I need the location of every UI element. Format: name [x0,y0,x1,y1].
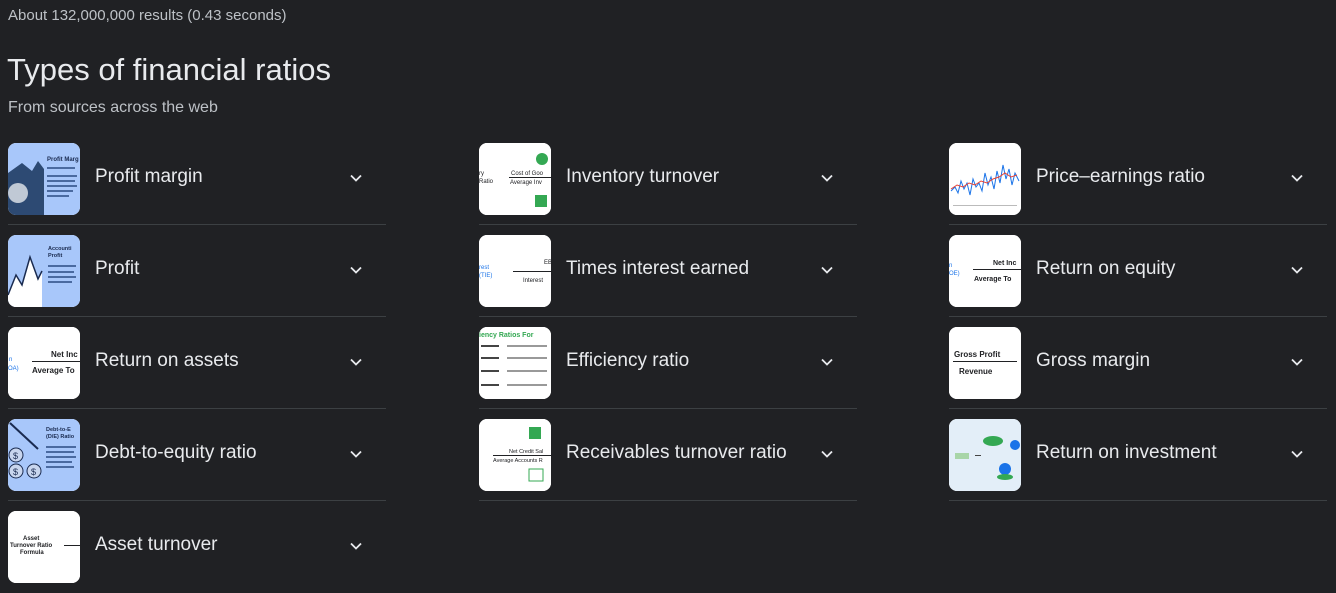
ratio-item-times-interest-earned[interactable]: rest (TIE) EB Interest Times interest ea… [479,226,857,317]
chevron-down-icon[interactable] [819,170,835,186]
ratio-label: Price–earnings ratio [1036,166,1205,187]
svg-text:OA): OA) [8,366,19,372]
ratio-item-profit[interactable]: Accounti Profit Profit [8,226,386,317]
ratio-item-return-on-assets[interactable]: n OA) Net Inc Average To Return on asset… [8,318,386,409]
svg-text:Net Inc: Net Inc [993,260,1016,267]
chevron-down-icon[interactable] [348,446,364,462]
ratio-label: Efficiency ratio [566,350,690,371]
svg-text:n: n [949,263,952,269]
svg-text:Formula: Formula [20,550,44,556]
chevron-down-icon[interactable] [348,538,364,554]
svg-text:ry: ry [479,171,484,177]
return-on-assets-thumb: n OA) Net Inc Average To [8,327,80,399]
chevron-down-icon[interactable] [819,446,835,462]
ratio-item-return-on-equity[interactable]: n OE) Net Inc Average To Return on equit… [949,226,1327,317]
section-title: Types of financial ratios [7,52,331,87]
chevron-down-icon[interactable] [1289,354,1305,370]
ratio-label: Inventory turnover [566,166,720,187]
profit-margin-thumb: Profit Marg [8,143,80,215]
chevron-down-icon[interactable] [1289,262,1305,278]
svg-text:Net Credit Sal: Net Credit Sal [509,449,543,455]
svg-text:(TIE): (TIE) [479,273,492,279]
profit-thumb: Accounti Profit [8,235,80,307]
ratio-label: Return on assets [95,350,239,371]
svg-text:Asset: Asset [23,536,39,542]
chevron-down-icon[interactable] [348,262,364,278]
ratio-item-debt-to-equity[interactable]: $ $ $ Debt-to-E (D/E) Ratio Debt-to-equi… [8,410,386,501]
svg-text:$: $ [13,467,18,477]
svg-text:n: n [9,357,12,363]
svg-text:Gross Profit: Gross Profit [954,350,1001,359]
svg-text:Debt-to-E: Debt-to-E [46,427,71,433]
ratio-label: Return on equity [1036,258,1176,279]
ratio-label: Debt-to-equity ratio [95,442,257,463]
svg-text:Average Inv: Average Inv [510,180,542,186]
svg-text:$: $ [13,451,18,461]
chevron-down-icon[interactable] [819,354,835,370]
svg-text:Average To: Average To [974,276,1011,283]
ratio-label: Times interest earned [566,258,750,279]
svg-text:Profit Marg: Profit Marg [47,157,79,163]
chevron-down-icon[interactable] [348,354,364,370]
svg-text:Interest: Interest [523,278,543,284]
ratio-label: Profit [95,258,140,279]
inventory-turnover-thumb: ry Ratio Cost of Goo Average Inv [479,143,551,215]
svg-text:Average To: Average To [32,366,75,375]
svg-text:Average Accounts R: Average Accounts R [493,458,543,464]
ratio-label: Profit margin [95,166,203,187]
gross-margin-thumb: Gross Profit Revenue [949,327,1021,399]
return-on-equity-thumb: n OE) Net Inc Average To [949,235,1021,307]
ratio-label: Gross margin [1036,350,1151,371]
svg-text:Accounti: Accounti [48,246,72,252]
ratio-label: Asset turnover [95,534,218,555]
svg-text:Net Inc: Net Inc [51,350,78,359]
price-earnings-thumb [949,143,1021,215]
ratio-item-gross-margin[interactable]: Gross Profit Revenue Gross margin [949,318,1327,409]
svg-text:EB: EB [544,260,551,266]
ratio-item-profit-margin[interactable]: Profit Marg Profit margin [8,134,386,225]
return-on-investment-thumb [949,419,1021,491]
ratio-item-price-earnings[interactable]: Price–earnings ratio [949,134,1327,225]
svg-text:Revenue: Revenue [959,367,993,376]
ratio-item-return-on-investment[interactable]: Return on investment [949,410,1327,501]
svg-text:Ratio: Ratio [479,179,494,185]
ratio-item-efficiency-ratio[interactable]: iency Ratios For Efficiency ratio [479,318,857,409]
svg-text:iency Ratios For: iency Ratios For [479,332,534,339]
svg-text:(D/E) Ratio: (D/E) Ratio [46,434,75,440]
asset-turnover-thumb: Asset Turnover Ratio Formula [8,511,80,583]
chevron-down-icon[interactable] [1289,446,1305,462]
ratio-item-asset-turnover[interactable]: Asset Turnover Ratio Formula Asset turno… [8,502,386,593]
svg-text:Turnover Ratio: Turnover Ratio [10,543,53,549]
section-subtitle: From sources across the web [8,99,218,116]
ratio-item-inventory-turnover[interactable]: ry Ratio Cost of Goo Average Inv Invento… [479,134,857,225]
ratio-label: Receivables turnover ratio [566,442,787,463]
svg-text:Profit: Profit [48,253,63,259]
debt-to-equity-thumb: $ $ $ Debt-to-E (D/E) Ratio [8,419,80,491]
ratio-item-receivables-turnover[interactable]: Net Credit Sal Average Accounts R Receiv… [479,410,857,501]
chevron-down-icon[interactable] [348,170,364,186]
times-interest-earned-thumb: rest (TIE) EB Interest [479,235,551,307]
svg-text:rest: rest [479,265,489,271]
receivables-turnover-thumb: Net Credit Sal Average Accounts R [479,419,551,491]
chevron-down-icon[interactable] [1289,170,1305,186]
ratio-label: Return on investment [1036,442,1217,463]
svg-text:Cost of Goo: Cost of Goo [511,171,544,177]
svg-text:OE): OE) [949,271,960,277]
svg-text:$: $ [31,467,36,477]
efficiency-ratio-thumb: iency Ratios For [479,327,551,399]
chevron-down-icon[interactable] [819,262,835,278]
result-stats: About 132,000,000 results (0.43 seconds) [8,7,287,24]
